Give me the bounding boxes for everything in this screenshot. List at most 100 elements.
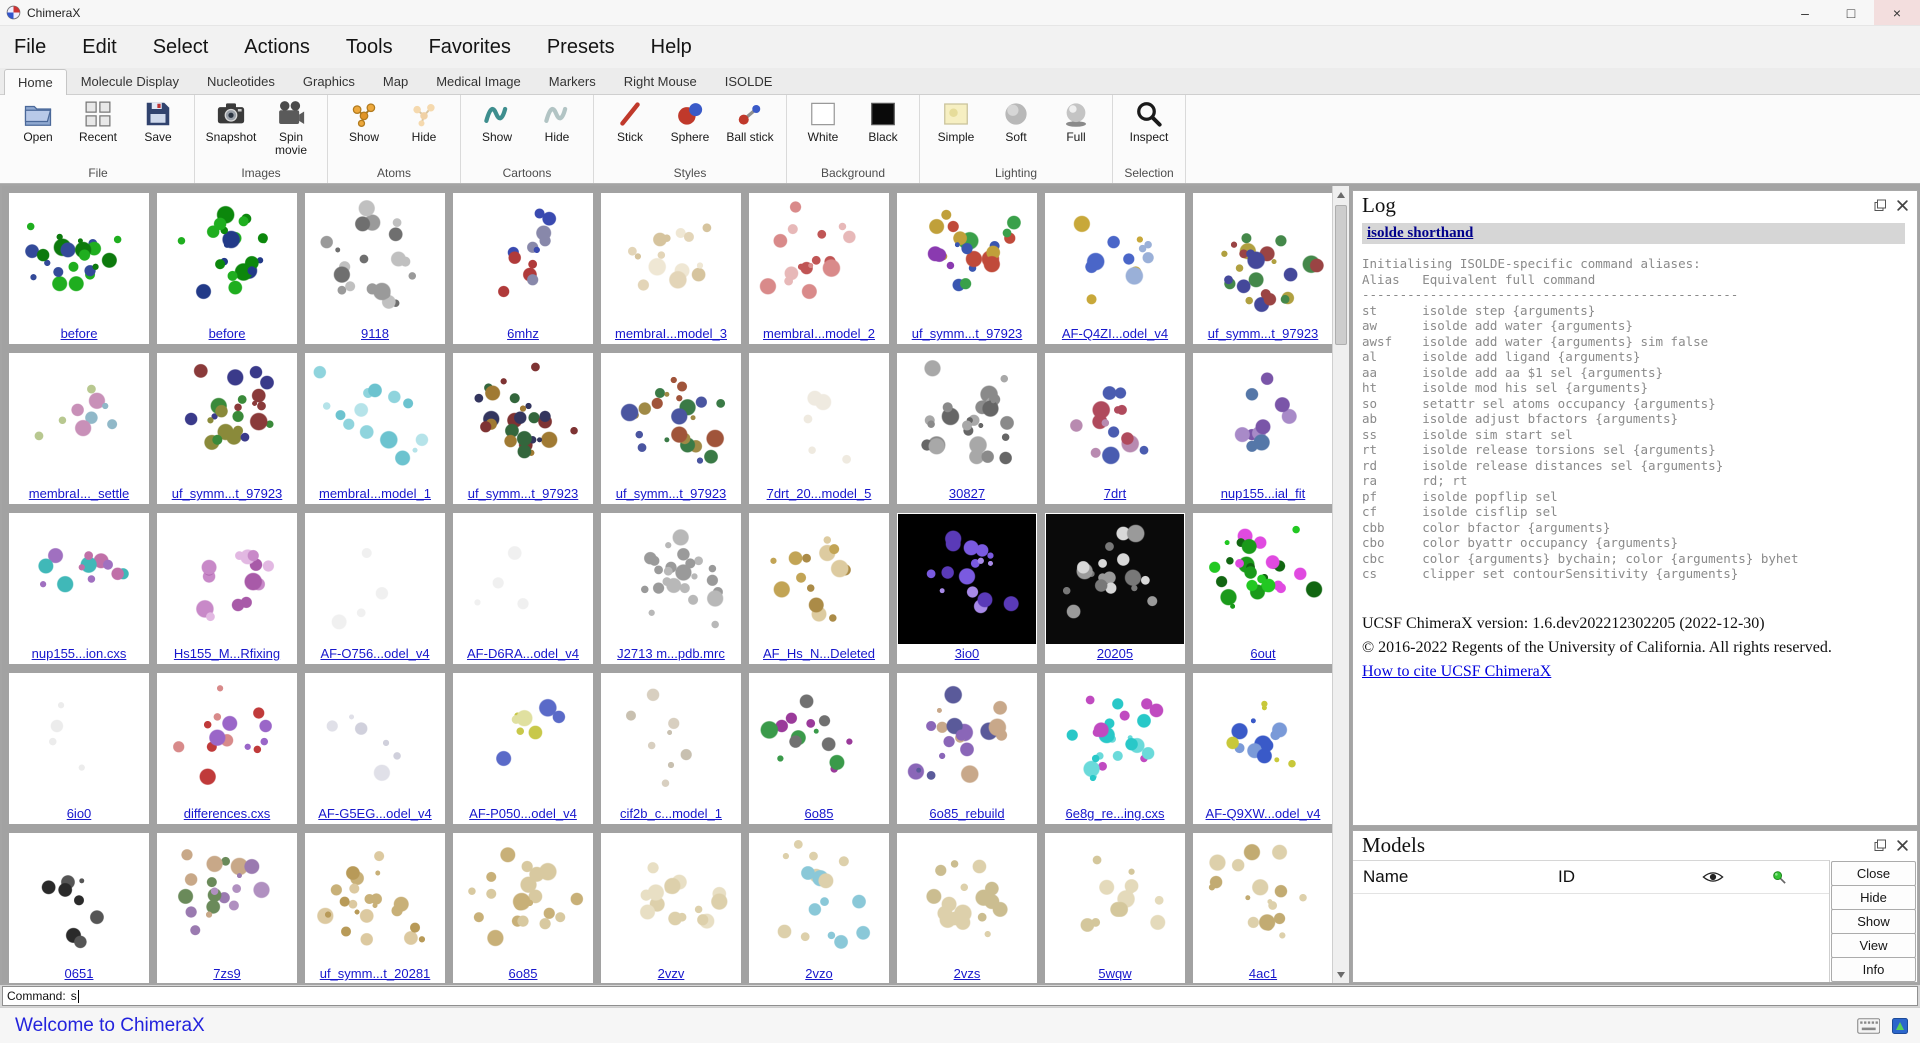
gallery-item[interactable]: 7drt_20...model_5 [749, 353, 889, 504]
ball-stick-button[interactable]: Ball stick [721, 98, 779, 144]
keyboard-icon[interactable] [1857, 1018, 1880, 1034]
gallery-item-label[interactable]: membraI..._settle [9, 485, 149, 504]
gallery-thumbnail[interactable] [10, 194, 148, 324]
gallery-thumbnail[interactable] [1194, 514, 1332, 644]
gallery-item[interactable]: 6e8g_re...ing.cxs [1045, 673, 1185, 824]
gallery-thumbnail[interactable] [454, 514, 592, 644]
gallery-item[interactable]: uf_symm...t_97923 [157, 353, 297, 504]
black-button[interactable]: Black [854, 98, 912, 144]
gallery-thumbnail[interactable] [306, 194, 444, 324]
gallery-item-label[interactable]: 6e8g_re...ing.cxs [1045, 805, 1185, 824]
gallery-thumbnail[interactable] [454, 674, 592, 804]
gallery-item-label[interactable]: AF-O756...odel_v4 [305, 645, 445, 664]
gallery-item-label[interactable]: 6o85 [453, 965, 593, 983]
gallery-item-label[interactable]: 2vzo [749, 965, 889, 983]
models-view-button[interactable]: View [1831, 933, 1916, 958]
gallery-thumbnail[interactable] [1046, 674, 1184, 804]
gallery-thumbnail[interactable] [454, 354, 592, 484]
maximize-button[interactable]: □ [1828, 0, 1874, 25]
gallery-item[interactable]: 6out [1193, 513, 1333, 664]
gallery-item[interactable]: 30827 [897, 353, 1037, 504]
gallery-item-label[interactable]: 30827 [897, 485, 1037, 504]
menu-presets[interactable]: Presets [547, 36, 615, 59]
gallery-item[interactable]: 2vzo [749, 833, 889, 983]
gallery-item[interactable]: 0651 [9, 833, 149, 983]
gallery-item[interactable]: 3io0 [897, 513, 1037, 664]
models-hide-button[interactable]: Hide [1831, 885, 1916, 910]
gallery-item[interactable]: nup155...ial_fit [1193, 353, 1333, 504]
gallery-item[interactable]: 2vzs [897, 833, 1037, 983]
gallery-item[interactable]: 4ac1 [1193, 833, 1333, 983]
stick-button[interactable]: Stick [601, 98, 659, 144]
gallery-item-label[interactable]: AF-Q9XW...odel_v4 [1193, 805, 1333, 824]
tab-graphics[interactable]: Graphics [289, 68, 369, 94]
gallery-item[interactable]: 6o85_rebuild [897, 673, 1037, 824]
gallery-item[interactable]: cif2b_c...model_1 [601, 673, 741, 824]
gallery-item[interactable]: uf_symm...t_97923 [897, 193, 1037, 344]
gallery-thumbnail[interactable] [158, 834, 296, 964]
gallery-thumbnail[interactable] [898, 194, 1036, 324]
gallery-item-label[interactable]: uf_symm...t_97923 [601, 485, 741, 504]
gallery-item[interactable]: 6o85 [453, 833, 593, 983]
gallery-thumbnail[interactable] [750, 514, 888, 644]
gallery-item-label[interactable]: differences.cxs [157, 805, 297, 824]
gallery-thumbnail[interactable] [1194, 674, 1332, 804]
gallery-item[interactable]: before [9, 193, 149, 344]
scroll-up-arrow-icon[interactable] [1333, 186, 1349, 203]
gallery-item[interactable]: 5wqw [1045, 833, 1185, 983]
gallery-item-label[interactable]: uf_symm...t_20281 [305, 965, 445, 983]
gallery-item-label[interactable]: before [157, 325, 297, 344]
models-close-icon[interactable] [1896, 839, 1909, 852]
context-menu-icon[interactable] [1892, 1018, 1908, 1034]
log-command-link[interactable]: isolde shorthand [1362, 223, 1905, 244]
gallery-thumbnail[interactable] [158, 514, 296, 644]
gallery-item-label[interactable]: nup155...ial_fit [1193, 485, 1333, 504]
gallery-thumbnail[interactable] [454, 194, 592, 324]
gallery-item[interactable]: AF-Q9XW...odel_v4 [1193, 673, 1333, 824]
gallery-item-label[interactable]: 4ac1 [1193, 965, 1333, 983]
cite-chimerax-link[interactable]: How to cite UCSF ChimeraX [1362, 660, 1551, 684]
gallery-thumbnail[interactable] [10, 674, 148, 804]
gallery-item-label[interactable]: 3io0 [897, 645, 1037, 664]
scrollbar-thumb[interactable] [1335, 205, 1347, 345]
models-show-button[interactable]: Show [1831, 909, 1916, 934]
gallery-item[interactable]: uf_symm...t_97923 [601, 353, 741, 504]
close-window-button[interactable]: × [1874, 0, 1920, 25]
gallery-thumbnail[interactable] [158, 194, 296, 324]
gallery-item-label[interactable]: AF-D6RA...odel_v4 [453, 645, 593, 664]
gallery-item[interactable]: AF-Q4ZI...odel_v4 [1045, 193, 1185, 344]
gallery-item[interactable]: 7drt [1045, 353, 1185, 504]
gallery-item[interactable]: AF_Hs_N...Deleted [749, 513, 889, 664]
gallery-thumbnail[interactable] [1046, 834, 1184, 964]
gallery-item[interactable]: uf_symm...t_97923 [453, 353, 593, 504]
gallery-thumbnail[interactable] [1046, 194, 1184, 324]
models-info-button[interactable]: Info [1831, 957, 1916, 982]
save-button[interactable]: Save [129, 98, 187, 144]
gallery-thumbnail[interactable] [306, 514, 444, 644]
gallery-item-label[interactable]: membraI...model_2 [749, 325, 889, 344]
menu-file[interactable]: File [14, 36, 46, 59]
scroll-down-arrow-icon[interactable] [1333, 966, 1349, 983]
gallery-item[interactable]: AF-P050...odel_v4 [453, 673, 593, 824]
hide-button[interactable]: Hide [528, 98, 586, 144]
gallery-item-label[interactable]: nup155...ion.cxs [9, 645, 149, 664]
sphere-button[interactable]: Sphere [661, 98, 719, 144]
gallery-item[interactable]: before [157, 193, 297, 344]
gallery-item[interactable]: 9118 [305, 193, 445, 344]
gallery-thumbnail[interactable] [306, 674, 444, 804]
gallery-item-label[interactable]: 7zs9 [157, 965, 297, 983]
open-button[interactable]: Open [9, 98, 67, 144]
gallery-thumbnail[interactable] [898, 514, 1036, 644]
minimize-button[interactable]: – [1782, 0, 1828, 25]
gallery-thumbnail[interactable] [1194, 834, 1332, 964]
snapshot-button[interactable]: Snapshot [202, 98, 260, 144]
gallery-item-label[interactable]: 6o85_rebuild [897, 805, 1037, 824]
gallery-thumbnail[interactable] [750, 194, 888, 324]
models-column-name[interactable]: Name [1353, 867, 1558, 887]
gallery-thumbnail[interactable] [898, 354, 1036, 484]
gallery-item[interactable]: membraI..._settle [9, 353, 149, 504]
gallery-item-label[interactable]: 6o85 [749, 805, 889, 824]
simple-button[interactable]: Simple [927, 98, 985, 144]
gallery-item-label[interactable]: J2713 m...pdb.mrc [601, 645, 741, 664]
gallery-item[interactable]: differences.cxs [157, 673, 297, 824]
